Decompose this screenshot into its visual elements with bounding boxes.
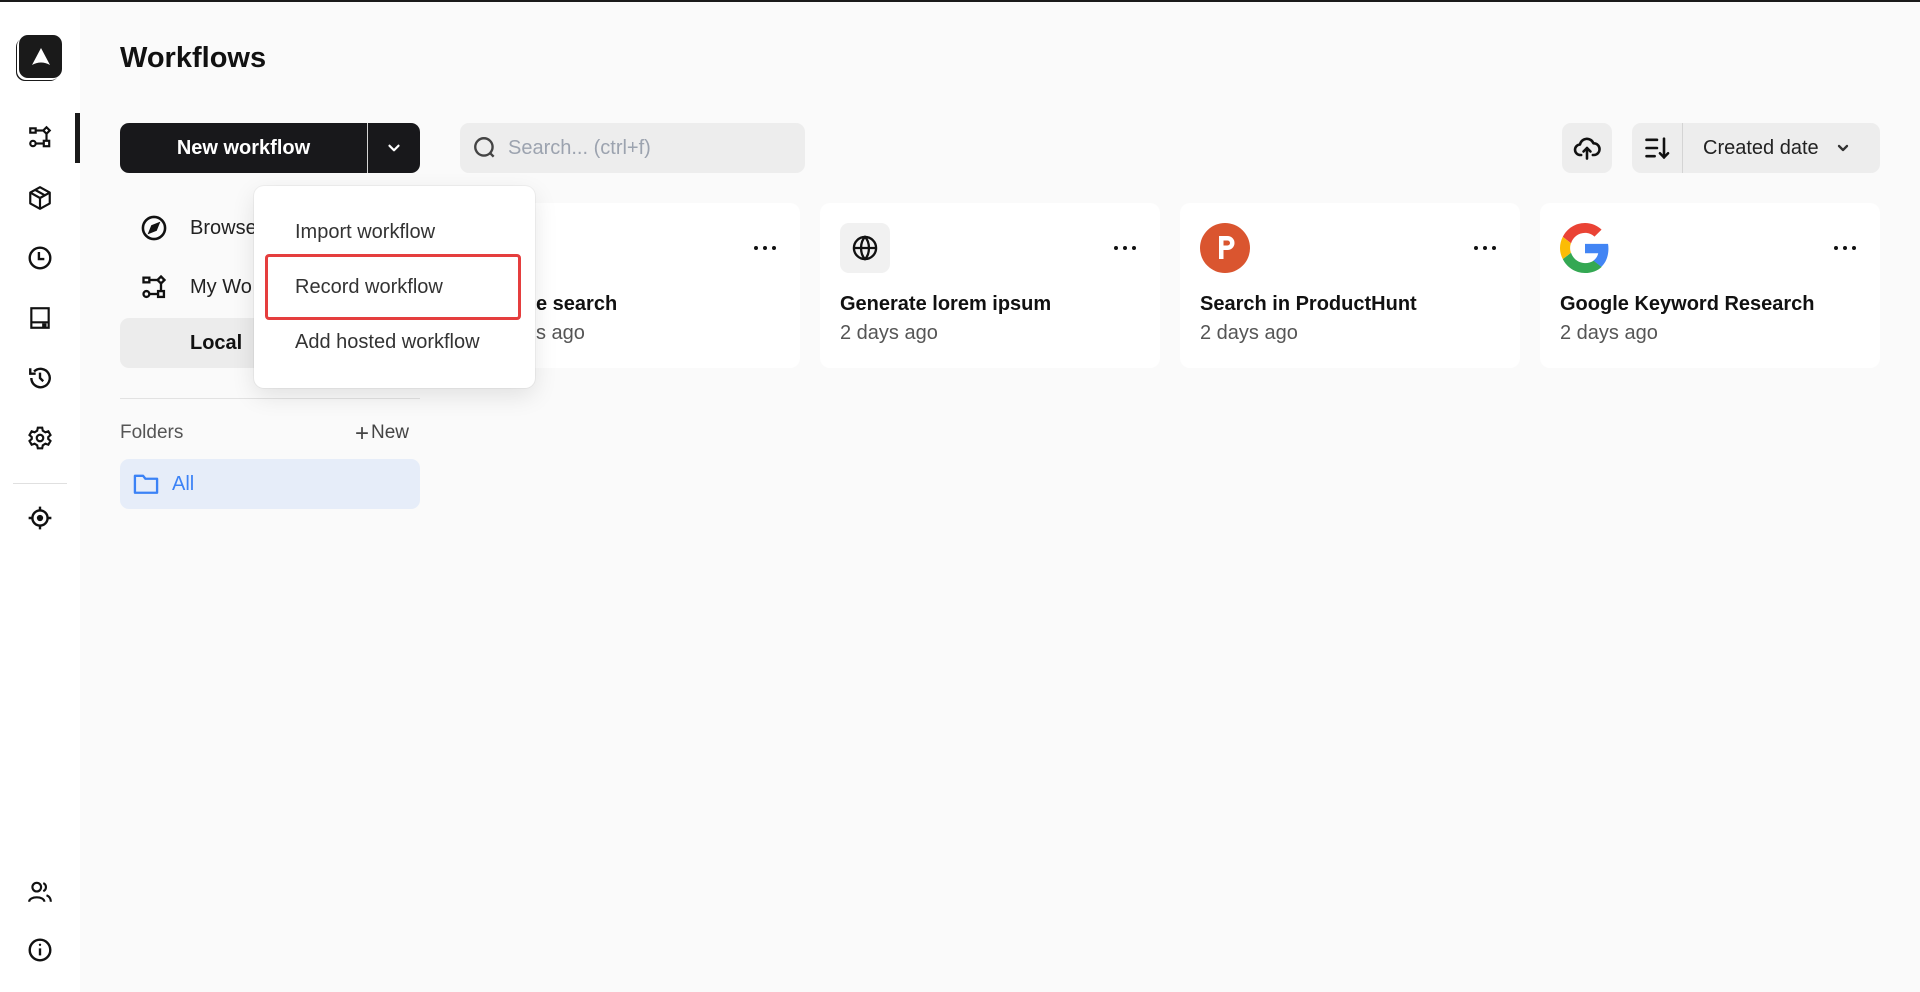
sort-by-select[interactable]: Created date <box>1683 137 1880 160</box>
panel-divider <box>120 398 420 399</box>
workflow-card[interactable]: Generate lorem ipsum 2 days ago <box>820 203 1160 368</box>
card-title: Google Keyword Research <box>1560 293 1815 315</box>
nav-local-label: Local <box>190 331 243 354</box>
card-more-button[interactable] <box>1470 233 1500 263</box>
history-icon <box>29 367 51 389</box>
sort-by-value: Created date <box>1703 136 1819 159</box>
menu-item-record-workflow[interactable]: Record workflow <box>254 267 535 307</box>
rail-divider <box>13 483 67 484</box>
card-title: e search <box>536 293 618 315</box>
new-workflow-split-button: New workflow <box>120 123 420 173</box>
clock-icon <box>28 246 52 270</box>
more-horizontal-icon <box>754 246 776 250</box>
sort-order-button[interactable] <box>1632 123 1683 173</box>
rail-item-element-picker[interactable] <box>20 498 60 538</box>
package-icon <box>29 186 51 210</box>
new-workflow-button[interactable]: New workflow <box>120 123 368 173</box>
new-folder-label: New <box>371 422 410 443</box>
rail-item-settings[interactable] <box>20 418 60 458</box>
card-title: Search in ProductHunt <box>1200 293 1417 315</box>
automa-logo-icon[interactable] <box>19 35 62 78</box>
folders-heading: Folders <box>120 422 184 443</box>
chevron-down-icon <box>388 144 400 152</box>
icon-rail <box>0 2 80 992</box>
workflow-card[interactable]: Google Keyword Research 2 days ago <box>1540 203 1880 368</box>
menu-item-add-hosted-workflow[interactable]: Add hosted workflow <box>254 322 535 362</box>
more-horizontal-icon <box>1474 246 1496 250</box>
card-time: 2 days ago <box>840 322 938 344</box>
users-icon <box>28 881 52 903</box>
new-folder-button[interactable]: + New <box>355 419 410 447</box>
workflow-icon <box>29 125 52 148</box>
search-input[interactable] <box>508 136 798 160</box>
card-more-button[interactable] <box>1830 233 1860 263</box>
new-workflow-menu: Import workflow Record workflow Add host… <box>254 186 535 388</box>
folder-item-all[interactable]: All <box>120 459 420 509</box>
rail-item-schedule[interactable] <box>20 238 60 278</box>
plus-icon: + <box>355 419 370 447</box>
card-icon <box>1200 223 1250 273</box>
info-icon <box>28 938 52 962</box>
sort-descending-icon <box>1645 137 1670 160</box>
card-time: 2 days ago <box>1200 322 1298 344</box>
folder-icon <box>133 474 159 494</box>
rail-item-packages[interactable] <box>20 178 60 218</box>
globe-icon <box>852 235 878 261</box>
nav-browse-label: Browse <box>190 216 257 239</box>
card-time: 2 days ago <box>1560 322 1658 344</box>
rail-item-storage[interactable] <box>20 298 60 338</box>
search-box <box>460 123 805 173</box>
card-title: Generate lorem ipsum <box>840 293 1052 315</box>
card-more-button[interactable] <box>1110 233 1140 263</box>
rail-item-about[interactable] <box>20 930 60 970</box>
workflow-icon <box>142 274 167 299</box>
compass-icon <box>141 215 167 241</box>
cloud-upload-icon <box>1573 137 1601 160</box>
sort-control: Created date <box>1632 123 1880 173</box>
new-workflow-dropdown-toggle[interactable] <box>368 123 420 173</box>
search-icon <box>474 137 495 158</box>
rail-active-indicator <box>75 113 80 163</box>
rail-item-community[interactable] <box>20 872 60 912</box>
folder-label: All <box>172 472 195 495</box>
more-horizontal-icon <box>1114 246 1136 250</box>
crosshair-icon <box>28 506 52 530</box>
rail-item-workflows[interactable] <box>20 117 60 157</box>
google-icon <box>1560 223 1609 273</box>
card-icon <box>1560 223 1610 273</box>
producthunt-icon <box>1200 223 1250 273</box>
card-time: s ago <box>536 322 585 344</box>
card-more-button[interactable] <box>750 233 780 263</box>
card-icon <box>840 223 890 273</box>
backup-upload-button[interactable] <box>1562 123 1612 173</box>
chevron-down-icon <box>1837 144 1848 152</box>
workflow-card[interactable]: Search in ProductHunt 2 days ago <box>1180 203 1520 368</box>
page-title: Workflows <box>120 42 267 74</box>
rail-item-logs[interactable] <box>20 358 60 398</box>
nav-my-workflows-label: My Wo <box>190 275 252 298</box>
gear-icon <box>28 426 52 450</box>
menu-item-import-workflow[interactable]: Import workflow <box>254 212 535 252</box>
storage-icon <box>30 307 50 329</box>
more-horizontal-icon <box>1834 246 1856 250</box>
